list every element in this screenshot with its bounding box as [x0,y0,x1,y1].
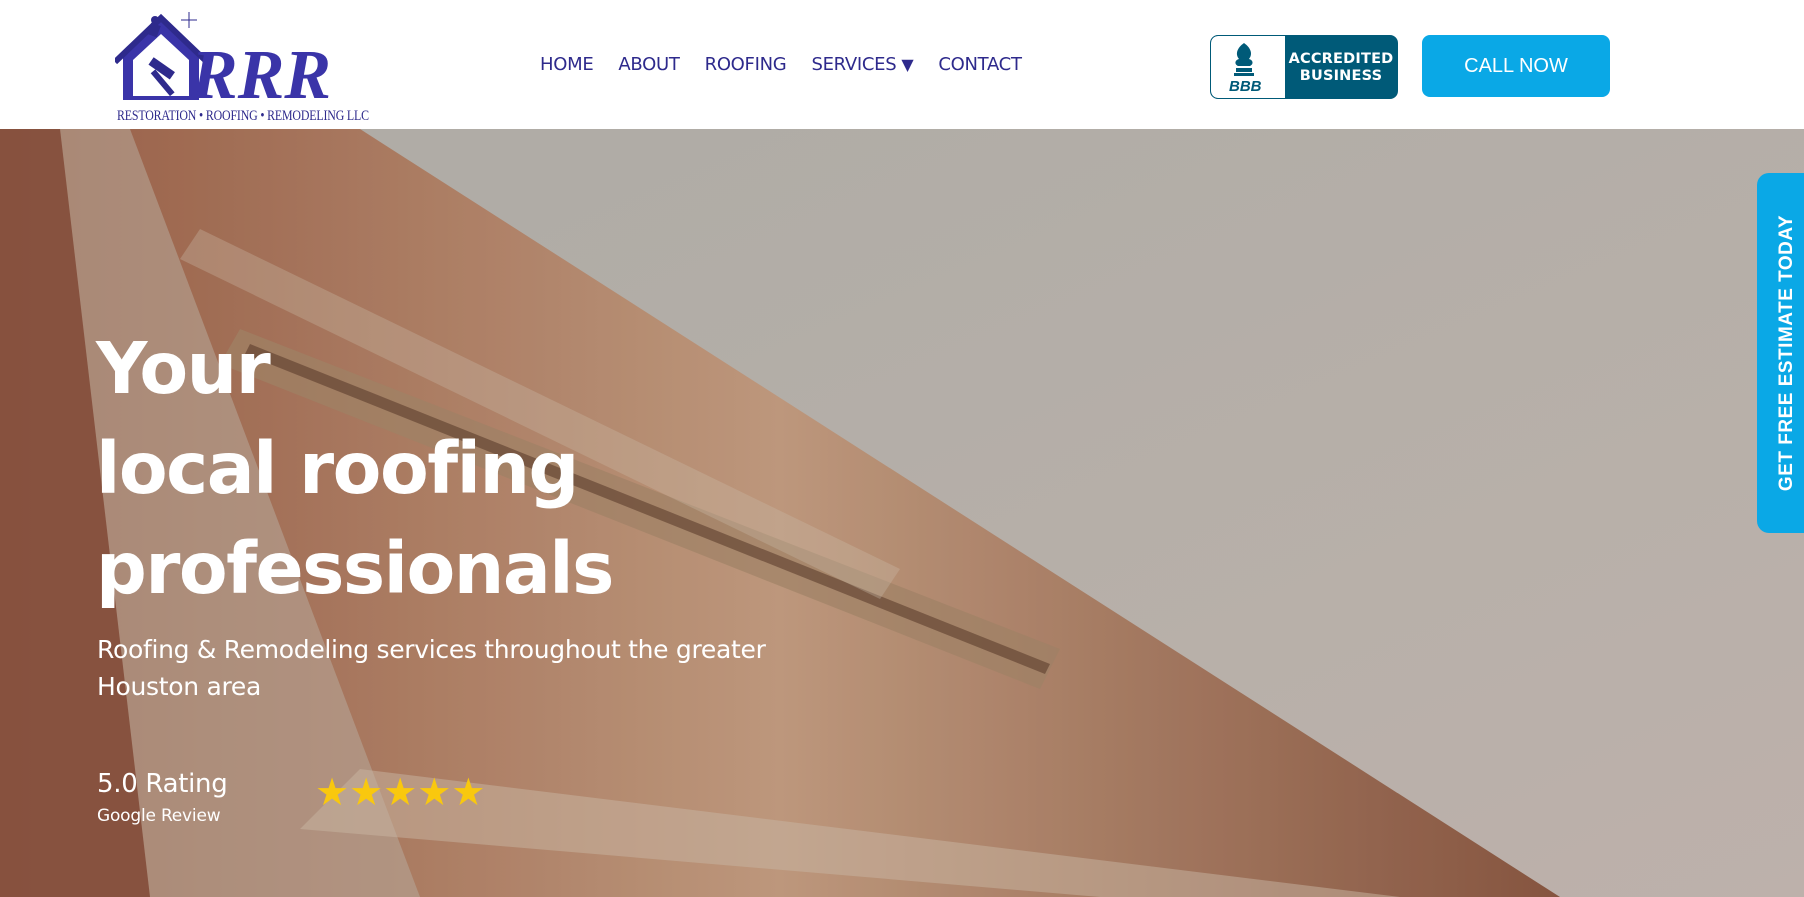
company-logo[interactable]: RRR RESTORATION • ROOFING • REMODELING L… [115,12,369,130]
hero-title-line-1: Your [96,327,271,410]
bbb-text: ACCREDITED BUSINESS [1285,51,1397,85]
bbb-logo: BBB [1211,36,1285,98]
site-header: RRR RESTORATION • ROOFING • REMODELING L… [0,0,1804,129]
caret-down-icon: ▼ [901,55,914,74]
star-icon: ★ [315,770,350,814]
bbb-line1: ACCREDITED [1288,51,1394,67]
logo-house-icon: RRR [115,12,331,112]
call-now-button[interactable]: CALL NOW [1422,35,1610,97]
nav-home[interactable]: HOME [540,54,594,75]
hero-title-line-3: professionals [96,527,614,610]
nav-services-label: SERVICES [811,54,897,75]
logo-letters: RRR [190,37,331,112]
hero-subtitle-line-1: Roofing & Remodeling services throughout… [97,635,766,664]
nav-services[interactable]: SERVICES ▼ [811,54,913,75]
main-nav: HOME ABOUT ROOFING SERVICES ▼ CONTACT [540,54,1022,75]
star-icon: ★ [383,770,418,814]
nav-about[interactable]: ABOUT [618,54,679,75]
hero-title-line-2: local roofing [96,427,579,510]
nav-contact[interactable]: CONTACT [938,54,1022,75]
hero-title: Your local roofing professionals [96,319,614,619]
free-estimate-tab[interactable]: GET FREE ESTIMATE TODAY [1757,173,1804,533]
bbb-line2: BUSINESS [1299,68,1383,84]
star-icon: ★ [451,770,486,814]
hero-subtitle: Roofing & Remodeling services throughout… [97,631,817,705]
rating-stars: ★ ★ ★ ★ ★ [315,773,485,811]
hero-subtitle-line-2: Houston area [97,672,262,701]
free-estimate-label: GET FREE ESTIMATE TODAY [1776,214,1797,492]
rating-value: 5.0 Rating [97,769,228,799]
bbb-accredited-badge[interactable]: BBB ACCREDITED BUSINESS [1210,35,1398,99]
star-icon: ★ [349,770,384,814]
hero-section: Your local roofing professionals Roofing… [0,129,1804,897]
nav-roofing[interactable]: ROOFING [705,54,787,75]
star-icon: ★ [417,770,452,814]
rating-source: Google Review [97,806,221,826]
bbb-label: BBB [1229,78,1262,95]
bbb-torch-icon [1234,43,1254,76]
logo-tagline: RESTORATION • ROOFING • REMODELING LLC [117,108,369,124]
